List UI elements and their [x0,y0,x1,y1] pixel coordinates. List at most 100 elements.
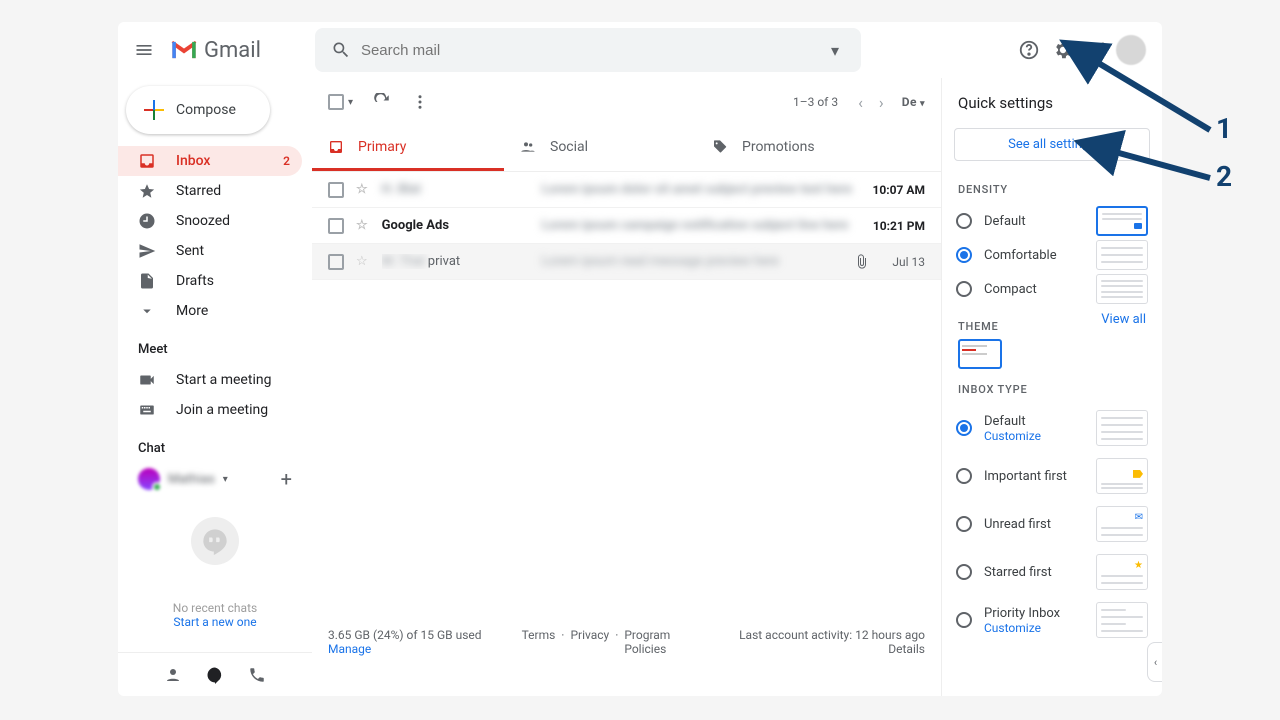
radio-icon[interactable] [956,247,972,263]
inbox-icon [138,152,158,170]
search-bar[interactable]: ▾ [315,28,861,72]
sidebar-item-inbox[interactable]: Inbox 2 [118,146,302,176]
row-checkbox[interactable] [328,254,344,270]
radio-icon[interactable] [956,281,972,297]
refresh-icon[interactable] [373,93,391,111]
gear-icon[interactable] [1046,33,1080,67]
inbox-type-starred[interactable]: Starred first ★ [942,548,1162,596]
sidebar: Compose Inbox 2 Starred Snoozed Sent Dra… [118,78,312,696]
category-tabs: Primary Social Promotions [312,126,941,172]
sidebar-item-snoozed[interactable]: Snoozed [118,206,302,236]
chat-user-row[interactable]: Mathias ▾ + [118,464,312,494]
hangouts-start-link[interactable]: Start a new one [173,615,256,629]
inbox-type-important[interactable]: Important first [942,452,1162,500]
input-tools-button[interactable]: De [902,95,925,109]
row-star-icon[interactable]: ☆ [356,182,368,197]
main-menu-icon[interactable] [132,38,156,62]
people-icon [520,139,536,155]
sidebar-item-label: More [176,303,208,319]
side-panel-toggle-icon[interactable]: ‹ [1147,642,1162,682]
customize-link[interactable]: Customize [984,621,1084,635]
terms-link[interactable]: Terms [522,628,556,656]
inbox-thumb-icon: ★ [1096,554,1148,590]
tab-primary[interactable]: Primary [312,126,504,171]
inbox-type-unread[interactable]: Unread first ✉ [942,500,1162,548]
tag-icon [712,139,728,155]
hangouts-empty-text: No recent chats [173,601,257,615]
new-chat-icon[interactable]: + [281,467,292,491]
sidebar-item-drafts[interactable]: Drafts [118,266,302,296]
row-time: 10:07 AM [873,183,925,197]
sidebar-item-starred[interactable]: Starred [118,176,302,206]
radio-icon[interactable] [956,612,972,628]
radio-icon[interactable] [956,516,972,532]
sidebar-item-label: Inbox [176,153,210,169]
row-star-icon[interactable]: ☆ [356,254,368,269]
meet-item-label: Start a meeting [176,372,271,388]
density-comfortable[interactable]: Comfortable [942,238,1162,272]
sidebar-footer [118,652,312,696]
customize-link[interactable]: Customize [984,429,1084,443]
row-checkbox[interactable] [328,182,344,198]
apps-grid-icon[interactable] [1080,33,1114,67]
row-sender: Google Ads [382,218,542,233]
phone-icon[interactable] [247,665,267,685]
compose-button[interactable]: Compose [126,86,270,134]
sidebar-item-sent[interactable]: Sent [118,236,302,266]
theme-view-all-link[interactable]: View all [1101,312,1146,327]
mail-row[interactable]: ☆ Google Ads Lorem ipsum campaign notifi… [312,208,941,244]
sidebar-item-more[interactable]: More [118,296,302,326]
search-options-icon[interactable]: ▾ [815,41,855,60]
theme-thumb[interactable] [958,339,1002,369]
meet-item-label: Join a meeting [176,402,268,418]
select-all-checkbox[interactable] [328,94,344,110]
tab-promotions[interactable]: Promotions [696,126,888,171]
hangouts-icon [191,517,239,565]
sidebar-item-label: Sent [176,243,204,259]
annotation-number-1: 1 [1216,112,1232,145]
density-default[interactable]: Default [942,204,1162,238]
next-page-icon[interactable]: › [871,93,892,112]
help-icon[interactable] [1012,33,1046,67]
sidebar-item-label: Snoozed [176,213,230,229]
attachment-icon [854,254,870,270]
gmail-logo-text: Gmail [204,38,261,63]
start-meeting[interactable]: Start a meeting [118,365,312,395]
file-icon [138,272,158,290]
select-all-caret-icon[interactable]: ▾ [348,97,353,108]
tab-social[interactable]: Social [504,126,696,171]
mail-row[interactable]: ☆ H. Blat Lorem ipsum dolor sit amet sub… [312,172,941,208]
radio-icon[interactable] [956,564,972,580]
manage-storage-link[interactable]: Manage [328,642,482,656]
join-meeting[interactable]: Join a meeting [118,395,312,425]
prev-page-icon[interactable]: ‹ [850,93,871,112]
row-star-icon[interactable]: ☆ [356,218,368,233]
app-header: Gmail ▾ [118,22,1162,78]
row-checkbox[interactable] [328,218,344,234]
inbox-type-priority[interactable]: Priority Inbox Customize [942,596,1162,644]
search-icon[interactable] [321,40,361,60]
row-time: 10:21 PM [873,219,925,233]
quick-settings-panel: Quick settings See all settings DENSITY … [942,78,1162,696]
radio-icon[interactable] [956,420,972,436]
density-thumb-icon [1096,240,1148,270]
details-link[interactable]: Details [739,642,925,656]
chat-section-title: Chat [118,425,312,464]
policies-link[interactable]: Program Policies [624,628,699,656]
density-compact[interactable]: Compact [942,272,1162,306]
search-input[interactable] [361,42,815,59]
account-avatar[interactable] [1114,33,1148,67]
hangouts-tab-icon[interactable] [205,665,225,685]
inbox-thumb-icon [1096,602,1148,638]
radio-icon[interactable] [956,213,972,229]
inbox-thumb-icon: ✉ [1096,506,1148,542]
radio-icon[interactable] [956,468,972,484]
keyboard-icon [138,401,158,419]
contacts-icon[interactable] [163,665,183,685]
see-all-settings-button[interactable]: See all settings [954,128,1150,161]
privacy-link[interactable]: Privacy [570,628,609,656]
mail-row[interactable]: ☆ M. Thal privat Lorem ipsum read messag… [312,244,941,280]
star-icon [138,182,158,200]
inbox-type-default[interactable]: Default Customize [942,404,1162,452]
more-icon[interactable] [411,93,429,111]
